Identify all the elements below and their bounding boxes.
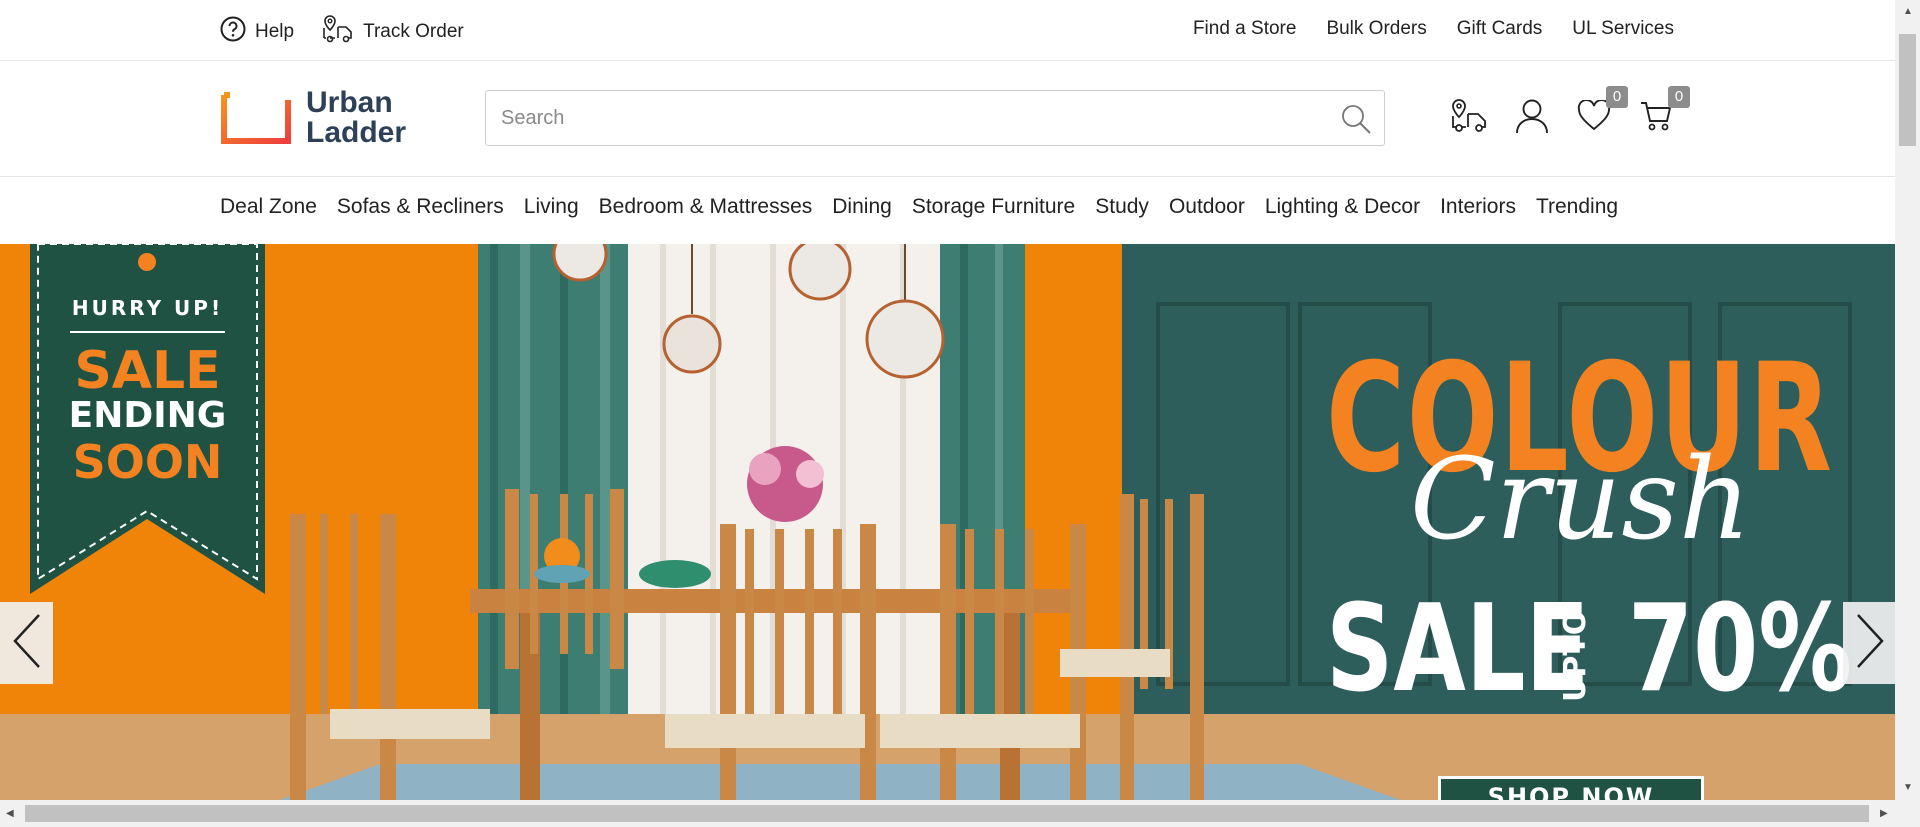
logo-text: Urban Ladder <box>306 88 406 148</box>
scroll-up-icon[interactable]: ▲ <box>1903 6 1913 17</box>
vertical-scroll-thumb[interactable] <box>1899 34 1916 146</box>
vertical-scrollbar[interactable]: ▲ ▼ <box>1895 0 1920 800</box>
help-link[interactable]: Help <box>220 16 294 48</box>
account-button[interactable] <box>1512 98 1552 138</box>
utility-left: Help Track Order <box>220 14 464 50</box>
gift-cards-link[interactable]: Gift Cards <box>1457 18 1543 40</box>
wishlist-button[interactable]: 0 <box>1574 86 1628 138</box>
nav-interiors[interactable]: Interiors <box>1440 195 1516 219</box>
page: Help Track Order Find a Store Bulk Order… <box>0 0 1920 827</box>
chevron-left-icon <box>12 613 42 674</box>
nav-study[interactable]: Study <box>1095 195 1149 219</box>
wishlist-count-badge: 0 <box>1606 86 1628 108</box>
nav-dining[interactable]: Dining <box>832 195 892 219</box>
nav-bedroom-mattresses[interactable]: Bedroom & Mattresses <box>599 195 813 219</box>
scroll-right-icon[interactable]: ▶ <box>1880 808 1888 819</box>
truck-location-icon <box>322 14 354 50</box>
cart-button[interactable]: 0 <box>1636 86 1690 138</box>
hero-banner[interactable]: HURRY UP! SALE ENDING SOON COLOUR Crush … <box>0 244 1895 800</box>
track-order-label: Track Order <box>363 21 464 42</box>
tag-sale: SALE <box>74 341 221 401</box>
logo-line-2: Ladder <box>306 116 407 149</box>
logo-mark-icon <box>220 89 292 145</box>
nav-outdoor[interactable]: Outdoor <box>1169 195 1245 219</box>
main-header: Urban Ladder Search 0 0 <box>0 62 1895 177</box>
brand-logo[interactable]: Urban Ladder <box>220 88 406 148</box>
truck-location-icon <box>1450 98 1490 139</box>
nav-living[interactable]: Living <box>524 195 579 219</box>
nav-storage-furniture[interactable]: Storage Furniture <box>912 195 1075 219</box>
find-store-link[interactable]: Find a Store <box>1193 18 1297 40</box>
utility-bar: Help Track Order Find a Store Bulk Order… <box>0 0 1895 61</box>
search-input[interactable] <box>486 91 1306 145</box>
help-label: Help <box>255 21 295 42</box>
nav-trending[interactable]: Trending <box>1536 195 1618 219</box>
question-icon <box>220 16 246 48</box>
carousel-next-button[interactable] <box>1843 602 1895 684</box>
chevron-right-icon <box>1855 613 1885 674</box>
nav-deal-zone[interactable]: Deal Zone <box>220 195 317 219</box>
carousel-prev-button[interactable] <box>0 602 53 684</box>
hero-upto-text: UPTO <box>1558 609 1593 702</box>
horizontal-scroll-thumb[interactable] <box>25 805 1869 822</box>
logo-line-1: Urban <box>306 86 393 119</box>
hero-script-text: Crush <box>1410 435 1751 565</box>
category-nav: Deal Zone Sofas & Recliners Living Bedro… <box>220 195 1618 219</box>
search-icon[interactable] <box>1340 103 1372 140</box>
nav-lighting-decor[interactable]: Lighting & Decor <box>1265 195 1420 219</box>
track-order-link[interactable]: Track Order <box>322 14 464 50</box>
scroll-left-icon[interactable]: ◀ <box>6 808 14 819</box>
search-box <box>485 90 1385 146</box>
hero-sale-text: SALE <box>1326 580 1590 719</box>
horizontal-scrollbar[interactable]: ◀ ▶ <box>0 800 1920 827</box>
utility-right: Find a Store Bulk Orders Gift Cards UL S… <box>1193 18 1674 40</box>
tag-ending: ENDING <box>68 395 227 436</box>
delivery-button[interactable] <box>1450 98 1490 138</box>
hero-discount-text: 70% <box>1628 580 1853 719</box>
scroll-down-icon[interactable]: ▼ <box>1903 782 1913 793</box>
cart-count-badge: 0 <box>1668 86 1690 108</box>
user-icon <box>1515 98 1549 139</box>
tag-hurry-up: HURRY UP! <box>71 296 224 320</box>
ul-services-link[interactable]: UL Services <box>1572 18 1674 40</box>
header-icons: 0 0 <box>1450 86 1690 138</box>
tag-soon: SOON <box>72 435 223 489</box>
shop-now-button[interactable]: SHOP NOW <box>1438 776 1704 800</box>
nav-sofas-recliners[interactable]: Sofas & Recliners <box>337 195 504 219</box>
bulk-orders-link[interactable]: Bulk Orders <box>1326 18 1426 40</box>
